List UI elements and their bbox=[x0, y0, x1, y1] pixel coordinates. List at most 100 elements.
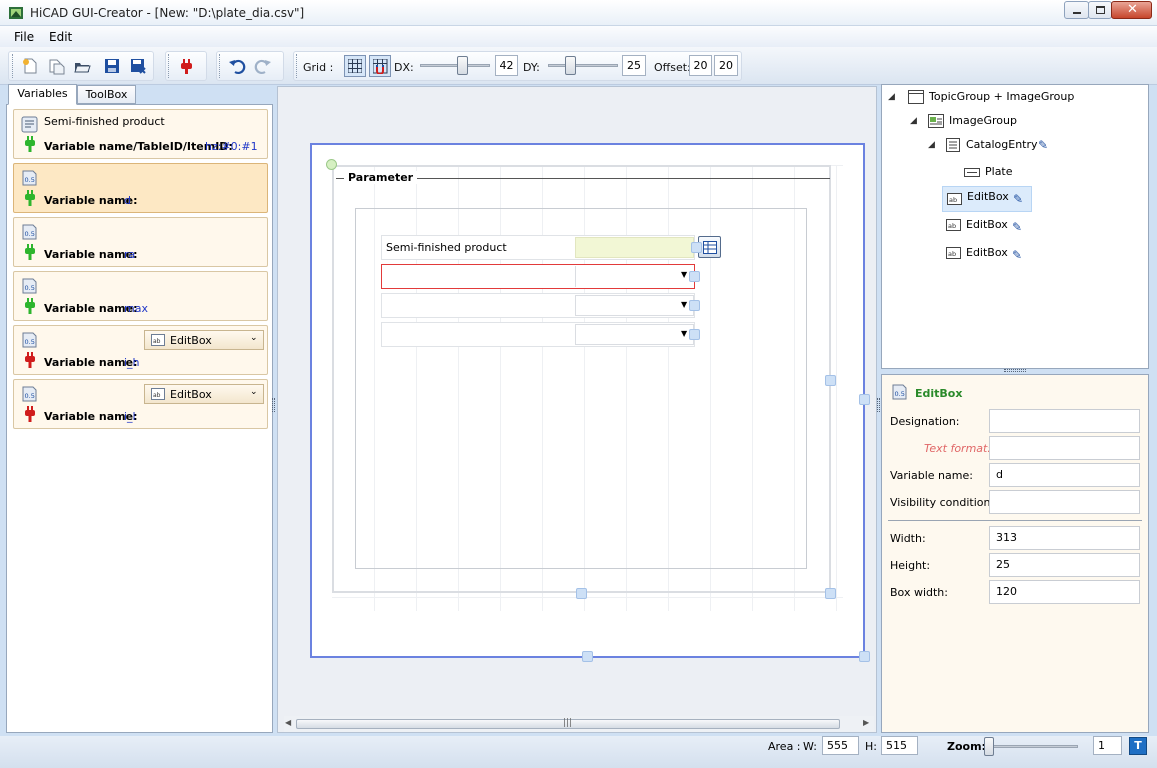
zoom-slider-thumb[interactable] bbox=[984, 737, 994, 756]
page-resize-handle[interactable] bbox=[582, 651, 593, 662]
menu-edit[interactable]: Edit bbox=[49, 30, 72, 44]
dy-slider-thumb[interactable] bbox=[565, 56, 576, 75]
edit-pencil-icon[interactable]: ✎ bbox=[1012, 245, 1022, 265]
area-width-field[interactable]: 555 bbox=[822, 736, 859, 755]
offset-x-field[interactable]: 20 bbox=[689, 55, 712, 76]
plug-disconnected-icon bbox=[25, 406, 35, 422]
scroll-left-icon[interactable]: ◀ bbox=[285, 718, 291, 727]
image-group-frame[interactable] bbox=[355, 208, 807, 569]
redo-icon[interactable] bbox=[253, 56, 273, 76]
area-height-field[interactable]: 515 bbox=[881, 736, 918, 755]
editbox-row[interactable]: ▼ bbox=[381, 322, 695, 347]
resize-handle[interactable] bbox=[825, 588, 836, 599]
resize-handle[interactable] bbox=[825, 375, 836, 386]
control-type-select[interactable]: ab EditBox ⌄ bbox=[144, 330, 264, 350]
resize-handle[interactable] bbox=[576, 588, 587, 599]
new-file-icon[interactable] bbox=[20, 56, 40, 76]
dx-slider-thumb[interactable] bbox=[457, 56, 468, 75]
combobox-field[interactable]: ▼ bbox=[575, 324, 694, 345]
design-page[interactable]: Parameter Semi-finished product ▼ ▼ ▼ bbox=[310, 143, 865, 658]
move-handle[interactable] bbox=[326, 159, 337, 170]
height-field[interactable]: 25 bbox=[989, 553, 1140, 577]
variable-card[interactable]: 0.5 Variable name: d bbox=[13, 163, 268, 213]
editbox-row-selected[interactable]: ▼ bbox=[381, 264, 695, 289]
control-type-select[interactable]: ab EditBox ⌄ bbox=[144, 384, 264, 404]
variable-card[interactable]: 0.5 ab EditBox ⌄ Variable name: i_h bbox=[13, 325, 268, 375]
tab-variables[interactable]: Variables bbox=[8, 84, 77, 105]
dy-value-field[interactable]: 25 bbox=[622, 55, 646, 76]
width-field[interactable]: 313 bbox=[989, 526, 1140, 550]
chevron-down-icon: ⌄ bbox=[250, 387, 258, 397]
minimize-button[interactable] bbox=[1064, 1, 1089, 19]
editbox-row[interactable]: ▼ bbox=[381, 293, 695, 318]
tree-node-label: CatalogEntry bbox=[966, 138, 1038, 151]
scroll-grip-icon: ||| bbox=[563, 718, 573, 728]
control-type-value: EditBox bbox=[170, 334, 212, 347]
save-icon[interactable] bbox=[102, 56, 122, 76]
tree-node-editbox-selected[interactable]: ab EditBox ✎ bbox=[942, 186, 1032, 212]
tree-node-editbox[interactable]: ab EditBox ✎ bbox=[946, 215, 1036, 235]
edit-pencil-icon[interactable]: ✎ bbox=[1013, 189, 1023, 209]
page-resize-handle[interactable] bbox=[859, 394, 870, 405]
resize-handle[interactable] bbox=[689, 300, 700, 311]
dy-slider-track[interactable] bbox=[548, 64, 618, 67]
resize-handle[interactable] bbox=[689, 271, 700, 282]
topic-group-icon bbox=[908, 90, 924, 104]
variable-card[interactable]: 0.5 ab EditBox ⌄ Variable name: i_l bbox=[13, 379, 268, 429]
maximize-button[interactable] bbox=[1088, 1, 1112, 19]
dx-value-field[interactable]: 42 bbox=[495, 55, 518, 76]
scroll-right-icon[interactable]: ▶ bbox=[863, 718, 869, 727]
catalog-value-field[interactable] bbox=[575, 237, 694, 258]
edit-pencil-icon[interactable]: ✎ bbox=[1012, 217, 1022, 237]
tree-splitter-grip[interactable] bbox=[1004, 369, 1026, 372]
toolbar-grip bbox=[168, 54, 169, 78]
resize-handle[interactable] bbox=[689, 329, 700, 340]
tree-node-editbox[interactable]: ab EditBox ✎ bbox=[946, 243, 1036, 263]
expand-icon[interactable]: ◢ bbox=[888, 87, 895, 107]
combobox-field[interactable]: ▼ bbox=[575, 266, 694, 287]
zoom-label: Zoom: bbox=[947, 740, 986, 753]
variable-card[interactable]: 0.5 Variable name: ra bbox=[13, 217, 268, 267]
variable-card[interactable]: 0.5 Variable name: max bbox=[13, 271, 268, 321]
right-splitter-grip[interactable] bbox=[877, 398, 880, 412]
variable-card[interactable]: Semi-finished product Variable name/Tabl… bbox=[13, 109, 268, 159]
variable-name-field[interactable]: d bbox=[989, 463, 1140, 487]
left-splitter-grip[interactable] bbox=[272, 398, 275, 412]
save-as-icon[interactable] bbox=[128, 56, 148, 76]
show-grid-button[interactable] bbox=[344, 55, 366, 77]
open-folder-icon[interactable] bbox=[72, 56, 92, 76]
editbox-row-label: Semi-finished product bbox=[386, 241, 507, 254]
offset-y-field[interactable]: 20 bbox=[714, 55, 738, 76]
box-width-field[interactable]: 120 bbox=[989, 580, 1140, 604]
page-resize-handle[interactable] bbox=[859, 651, 870, 662]
horizontal-scrollbar[interactable]: ◀ ||| ▶ bbox=[284, 716, 874, 732]
menu-file[interactable]: File bbox=[14, 30, 34, 44]
combobox-field[interactable]: ▼ bbox=[575, 295, 694, 316]
catalog-variable-icon bbox=[21, 116, 38, 133]
tab-toolbox[interactable]: ToolBox bbox=[77, 85, 136, 104]
text-format-field[interactable] bbox=[989, 436, 1140, 460]
toolbar-grip bbox=[12, 54, 13, 78]
structure-tree: ◢ TopicGroup + ImageGroup ◢ ImageGroup ◢… bbox=[881, 84, 1149, 369]
zoom-value-field[interactable]: 1 bbox=[1093, 736, 1122, 755]
expand-icon[interactable]: ◢ bbox=[928, 135, 935, 155]
snap-to-grid-button[interactable] bbox=[369, 55, 391, 77]
close-button[interactable]: ✕ bbox=[1111, 1, 1152, 19]
resize-handle[interactable] bbox=[691, 242, 702, 253]
tree-node-label: EditBox bbox=[966, 246, 1008, 259]
expand-icon[interactable]: ◢ bbox=[910, 111, 917, 131]
edit-pencil-icon[interactable]: ✎ bbox=[1038, 135, 1048, 155]
svg-text:0.5: 0.5 bbox=[25, 230, 35, 238]
fit-text-icon[interactable]: T bbox=[1129, 737, 1147, 755]
editbox-row[interactable]: Semi-finished product bbox=[381, 235, 695, 260]
designation-field[interactable] bbox=[989, 409, 1140, 433]
svg-text:ab: ab bbox=[153, 392, 161, 399]
visibility-condition-field[interactable] bbox=[989, 490, 1140, 514]
zoom-slider-track[interactable] bbox=[984, 745, 1078, 748]
connect-variable-icon[interactable] bbox=[177, 56, 197, 76]
scrollbar-thumb[interactable]: ||| bbox=[296, 718, 840, 729]
dx-slider-track[interactable] bbox=[420, 64, 490, 67]
variable-name-value: d bbox=[124, 194, 131, 207]
new-from-template-icon[interactable] bbox=[46, 56, 66, 76]
undo-icon[interactable] bbox=[227, 56, 247, 76]
